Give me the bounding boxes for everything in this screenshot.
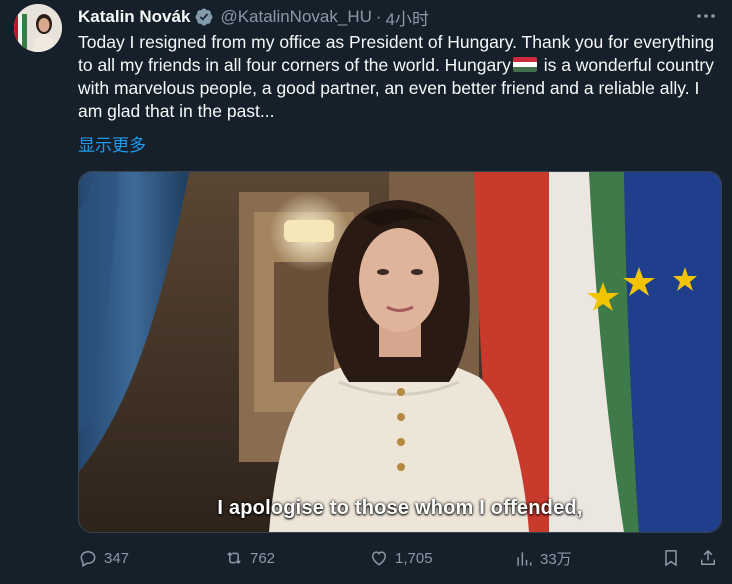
tweet-text: Today I resigned from my office as Presi… [78,31,718,123]
retweet-icon [227,551,241,565]
share-button[interactable] [698,548,724,568]
tweet-video[interactable]: I apologise to those whom I offended, [78,171,722,533]
like-icon [371,551,387,566]
views-icon [517,551,532,566]
like-button[interactable]: 1,705 [369,548,433,568]
views-button[interactable]: 33万 [514,548,572,569]
avatar-image [14,4,62,52]
views-count: 33万 [540,551,572,568]
separator-dot: · [375,7,382,26]
tweet-header: Katalin Novák @KatalinNovak_HU · 4小时 [78,5,718,29]
video-frame [79,172,721,532]
show-more-link[interactable]: 显示更多 [78,131,146,156]
video-subtitle: I apologise to those whom I offended, [217,497,583,519]
timestamp[interactable]: 4小时 [386,5,429,30]
like-count: 1,705 [395,549,433,567]
hungary-flag-icon [512,57,537,72]
retweet-count: 762 [250,549,276,567]
reply-count: 347 [104,549,130,567]
bookmark-icon [665,550,677,567]
share-icon [701,549,715,565]
more-icon[interactable] [694,4,718,28]
author-handle[interactable]: @KatalinNovak_HU [220,7,371,27]
author-name[interactable]: Katalin Novák [78,7,190,27]
reply-icon [80,550,96,568]
bookmark-button[interactable] [661,548,687,568]
reply-button[interactable]: 347 [78,548,129,568]
avatar[interactable] [14,4,62,52]
verified-badge-icon[interactable] [194,7,214,27]
retweet-button[interactable]: 762 [224,548,275,568]
action-bar: 347 762 1,705 33万 [78,548,720,574]
